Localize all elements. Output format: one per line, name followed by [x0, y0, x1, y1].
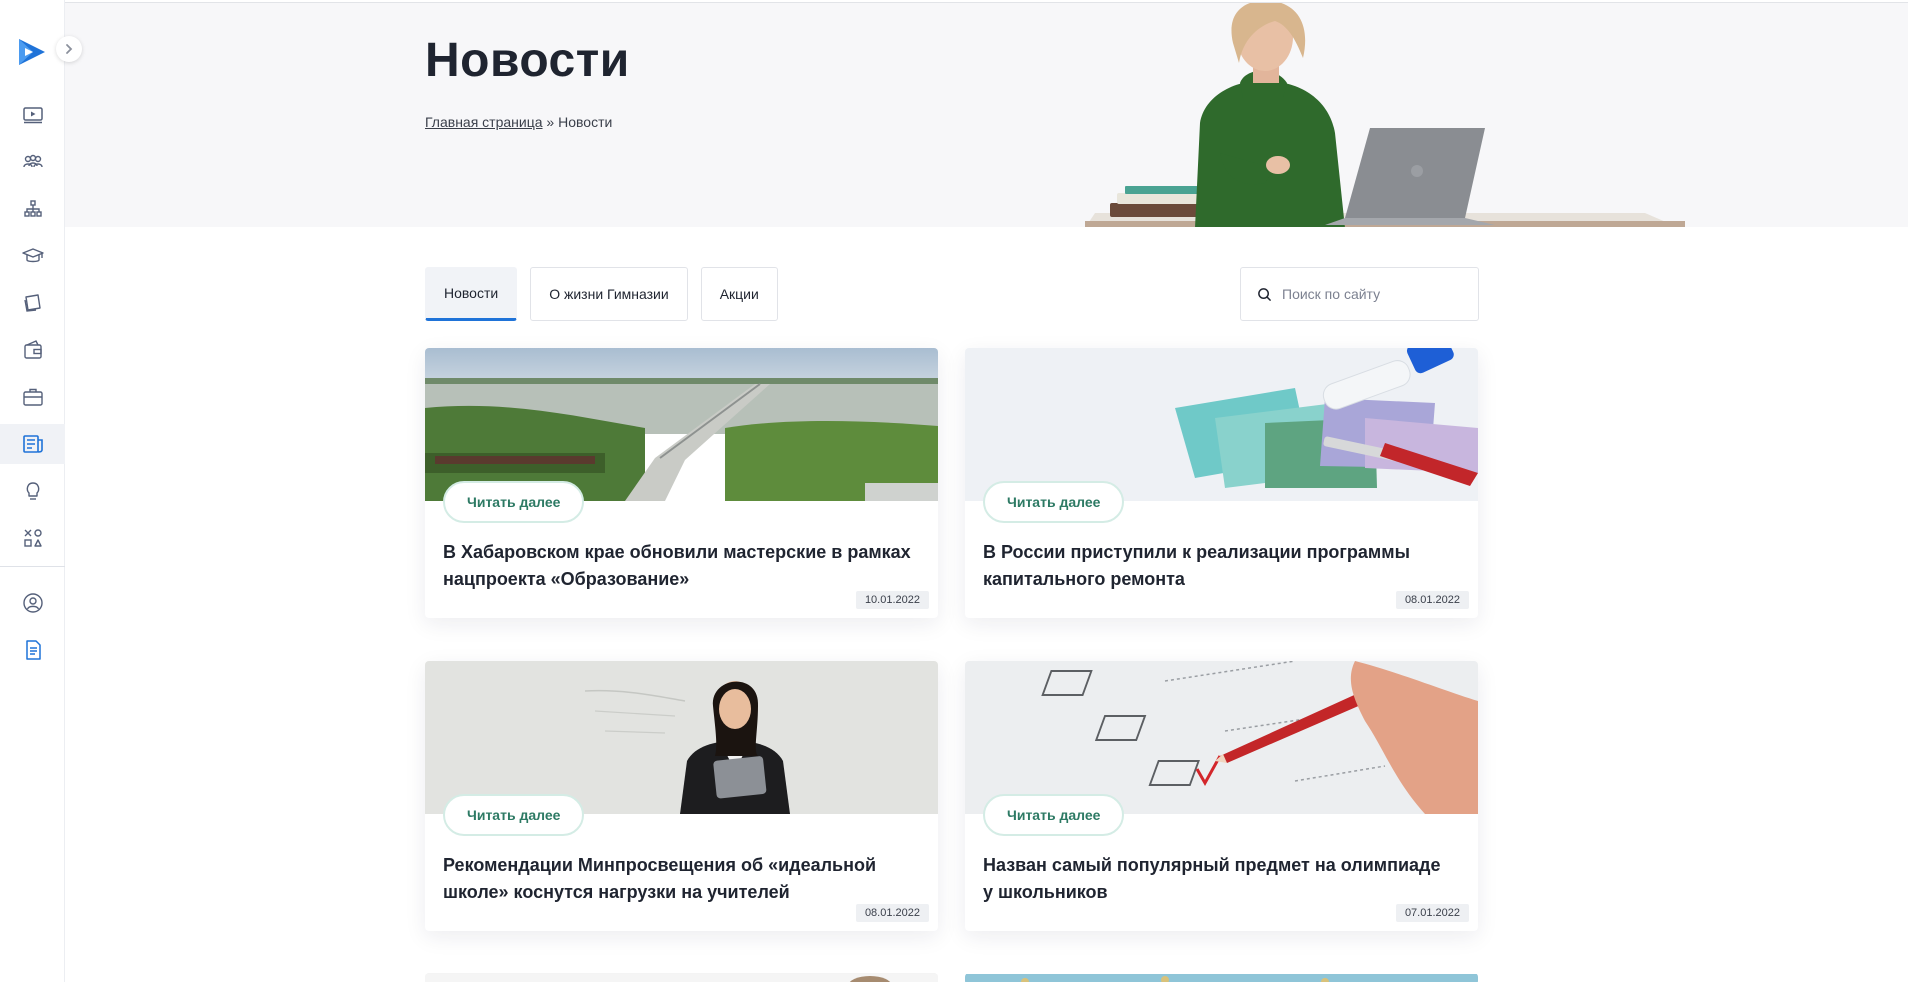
sidebar-item-lessons[interactable] [0, 95, 65, 135]
sidebar-item-ideas[interactable] [0, 471, 65, 511]
sidebar-item-education[interactable] [0, 236, 65, 276]
wallet-icon [23, 340, 42, 359]
news-image-partial [425, 974, 938, 982]
community-icon [22, 154, 43, 168]
page-header: Новости Главная страница » Новости [65, 2, 1908, 227]
news-card[interactable]: Читать далее В России приступили к реали… [965, 348, 1478, 618]
sidebar-item-wallet[interactable] [0, 330, 65, 370]
cards-icon [23, 294, 41, 312]
video-lesson-icon [22, 107, 43, 124]
sidebar-item-structure[interactable] [0, 189, 65, 229]
category-tabs: Новости О жизни Гимназии Акции [425, 267, 778, 321]
search-input[interactable] [1282, 286, 1462, 302]
news-card-title[interactable]: Назван самый популярный предмет на олимп… [983, 852, 1453, 906]
news-card-date: 08.01.2022 [855, 904, 929, 922]
read-more-button[interactable]: Читать далее [983, 794, 1125, 836]
news-image-bridge [425, 348, 938, 501]
news-card-date: 08.01.2022 [1395, 591, 1469, 609]
sidebar [0, 0, 82, 982]
news-image-partial [965, 974, 1478, 982]
news-image-paint [965, 348, 1478, 501]
read-more-button[interactable]: Читать далее [443, 481, 585, 523]
lightbulb-icon [26, 482, 39, 500]
news-card-title[interactable]: Рекомендации Минпросвещения об «идеально… [443, 852, 913, 906]
sidebar-expand-button[interactable] [56, 36, 82, 62]
news-card-title[interactable]: В России приступили к реализации програм… [983, 539, 1453, 593]
profile-icon [22, 593, 43, 613]
tab-news[interactable]: Новости [425, 267, 518, 321]
sidebar-item-profile[interactable] [0, 583, 65, 623]
news-card-title[interactable]: В Хабаровском крае обновили мастерские в… [443, 539, 913, 593]
sidebar-item-career[interactable] [0, 377, 65, 417]
news-card[interactable]: Читать далее В Хабаровском крае обновили… [425, 348, 938, 618]
logo-icon[interactable] [16, 36, 48, 68]
news-image-teacher [425, 661, 938, 814]
sidebar-divider [0, 566, 65, 567]
graduation-cap-icon [21, 248, 44, 263]
breadcrumb-home-link[interactable]: Главная страница [425, 114, 543, 130]
read-more-button[interactable]: Читать далее [983, 481, 1125, 523]
sidebar-item-documents[interactable] [0, 630, 65, 670]
tab-gymnasium-life[interactable]: О жизни Гимназии [530, 267, 688, 321]
news-card-partial[interactable] [425, 973, 938, 982]
search-box [1240, 267, 1479, 321]
page-title: Новости [425, 34, 630, 87]
tab-promotions[interactable]: Акции [700, 267, 778, 321]
news-card[interactable]: Читать далее Назван самый популярный пре… [965, 661, 1478, 931]
read-more-button[interactable]: Читать далее [443, 794, 585, 836]
sidebar-item-tools[interactable] [0, 518, 65, 558]
breadcrumb: Главная страница » Новости [425, 114, 612, 130]
news-card-date: 07.01.2022 [1395, 904, 1469, 922]
tools-icon [23, 529, 42, 547]
news-icon [22, 435, 43, 453]
news-card-date: 10.01.2022 [855, 591, 929, 609]
breadcrumb-current: Новости [558, 114, 613, 130]
news-card[interactable]: Читать далее Рекомендации Минпросвещения… [425, 661, 938, 931]
sidebar-item-cards[interactable] [0, 283, 65, 323]
hierarchy-icon [23, 200, 42, 217]
news-image-checklist [965, 661, 1478, 814]
breadcrumb-separator: » [546, 114, 555, 130]
sidebar-item-news[interactable] [0, 424, 65, 464]
document-icon [25, 640, 41, 660]
search-icon [1258, 287, 1271, 301]
chevron-right-icon [66, 44, 73, 54]
news-card-partial[interactable] [965, 973, 1478, 982]
sidebar-item-community[interactable] [0, 142, 65, 182]
hero-illustration [1085, 3, 1685, 227]
briefcase-icon [22, 388, 43, 406]
